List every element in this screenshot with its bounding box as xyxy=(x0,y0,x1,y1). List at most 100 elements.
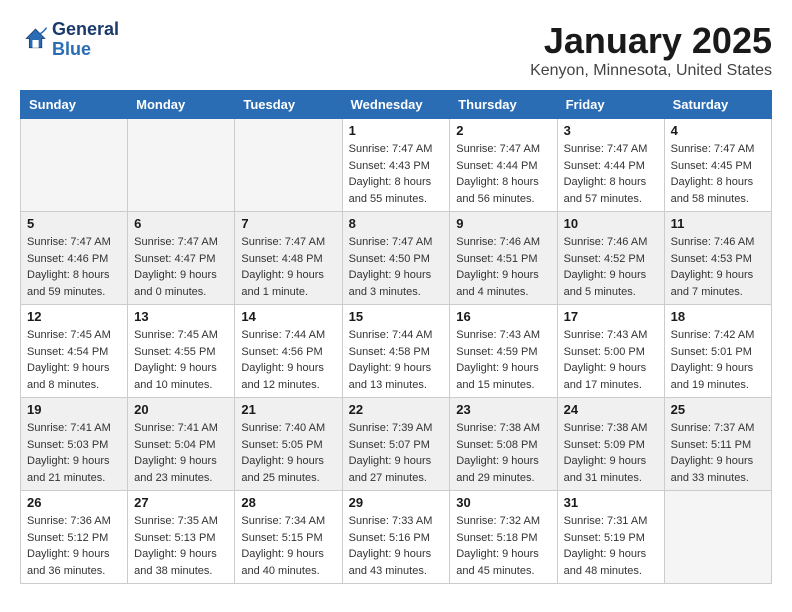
day-info: Sunrise: 7:47 AMSunset: 4:46 PMDaylight:… xyxy=(27,234,121,300)
day-info: Sunrise: 7:44 AMSunset: 4:56 PMDaylight:… xyxy=(241,327,335,393)
day-info: Sunrise: 7:38 AMSunset: 5:08 PMDaylight:… xyxy=(456,420,550,486)
calendar-cell: 25Sunrise: 7:37 AMSunset: 5:11 PMDayligh… xyxy=(664,398,771,491)
calendar-cell: 11Sunrise: 7:46 AMSunset: 4:53 PMDayligh… xyxy=(664,212,771,305)
day-info-line: Sunset: 5:19 PM xyxy=(564,532,645,544)
day-info: Sunrise: 7:45 AMSunset: 4:55 PMDaylight:… xyxy=(134,327,228,393)
calendar-cell: 14 Sunrise: 7:44 AMSunset: 4:56 PMDayligh… xyxy=(235,305,342,398)
day-info-line: Sunset: 4:55 PM xyxy=(134,346,215,358)
day-number: 26 xyxy=(27,495,121,510)
day-info-line: and 23 minutes. xyxy=(134,472,212,484)
day-number: 6 xyxy=(134,216,228,231)
calendar-cell: 5 Sunrise: 7:47 AMSunset: 4:46 PMDaylight… xyxy=(21,212,128,305)
day-info-line: Sunset: 4:44 PM xyxy=(456,160,537,172)
day-info: Sunrise: 7:47 AMSunset: 4:50 PMDaylight:… xyxy=(349,234,444,300)
day-info-line: Sunrise: 7:43 AM xyxy=(456,329,540,341)
day-info-line: Daylight: 9 hours xyxy=(349,269,432,281)
day-info: Sunrise: 7:41 AMSunset: 5:03 PMDaylight:… xyxy=(27,420,121,486)
day-info-line: and 5 minutes. xyxy=(564,286,636,298)
day-number: 24 xyxy=(564,402,658,417)
calendar-cell: 30Sunrise: 7:32 AMSunset: 5:18 PMDayligh… xyxy=(450,491,557,584)
day-info-line: and 33 minutes. xyxy=(671,472,749,484)
day-info-line: and 25 minutes. xyxy=(241,472,319,484)
day-info-line: Daylight: 9 hours xyxy=(564,269,647,281)
day-number: 8 xyxy=(349,216,444,231)
day-info-line: Daylight: 9 hours xyxy=(241,362,324,374)
day-info-line: Sunrise: 7:34 AM xyxy=(241,515,325,527)
day-info-line: and 29 minutes. xyxy=(456,472,534,484)
day-number: 14 xyxy=(241,309,335,324)
day-info-line: Sunset: 5:18 PM xyxy=(456,532,537,544)
day-info-line: Daylight: 9 hours xyxy=(456,548,539,560)
day-info-line: Sunrise: 7:38 AM xyxy=(564,422,648,434)
calendar-cell: 21Sunrise: 7:40 AMSunset: 5:05 PMDayligh… xyxy=(235,398,342,491)
day-info-line: and 3 minutes. xyxy=(349,286,421,298)
calendar-cell: 9Sunrise: 7:46 AMSunset: 4:51 PMDaylight… xyxy=(450,212,557,305)
calendar-cell: 28Sunrise: 7:34 AMSunset: 5:15 PMDayligh… xyxy=(235,491,342,584)
day-info: Sunrise: 7:46 AMSunset: 4:51 PMDaylight:… xyxy=(456,234,550,300)
weekday-header: Wednesday xyxy=(342,91,450,119)
calendar-cell: 4 Sunrise: 7:47 AMSunset: 4:45 PMDaylight… xyxy=(664,119,771,212)
day-info-line: Sunset: 4:54 PM xyxy=(27,346,108,358)
day-info: Sunrise: 7:47 AMSunset: 4:45 PMDaylight:… xyxy=(671,141,765,207)
calendar-cell xyxy=(235,119,342,212)
day-info-line: Daylight: 9 hours xyxy=(456,269,539,281)
day-info-line: and 1 minute. xyxy=(241,286,308,298)
day-number: 19 xyxy=(27,402,121,417)
calendar-cell: 8 Sunrise: 7:47 AMSunset: 4:50 PMDaylight… xyxy=(342,212,450,305)
day-info: Sunrise: 7:39 AMSunset: 5:07 PMDaylight:… xyxy=(349,420,444,486)
calendar-cell: 17Sunrise: 7:43 AMSunset: 5:00 PMDayligh… xyxy=(557,305,664,398)
day-info-line: Daylight: 9 hours xyxy=(241,269,324,281)
day-info-line: and 38 minutes. xyxy=(134,565,212,577)
day-info-line: and 58 minutes. xyxy=(671,193,749,205)
day-info-line: Daylight: 9 hours xyxy=(349,455,432,467)
day-number: 15 xyxy=(349,309,444,324)
day-info-line: and 40 minutes. xyxy=(241,565,319,577)
calendar-cell: 20Sunrise: 7:41 AMSunset: 5:04 PMDayligh… xyxy=(128,398,235,491)
calendar: SundayMondayTuesdayWednesdayThursdayFrid… xyxy=(20,90,772,584)
day-info-line: and 13 minutes. xyxy=(349,379,427,391)
day-info-line: Sunrise: 7:41 AM xyxy=(27,422,111,434)
day-info-line: and 4 minutes. xyxy=(456,286,528,298)
day-info-line: and 59 minutes. xyxy=(27,286,105,298)
day-info-line: Sunset: 5:00 PM xyxy=(564,346,645,358)
logo-blue: Blue xyxy=(52,40,91,60)
calendar-cell: 29Sunrise: 7:33 AMSunset: 5:16 PMDayligh… xyxy=(342,491,450,584)
day-info-line: Sunrise: 7:40 AM xyxy=(241,422,325,434)
day-info-line: Sunrise: 7:47 AM xyxy=(134,236,218,248)
day-info: Sunrise: 7:32 AM Sunset: 5:18 PM Daylight:… xyxy=(456,513,550,579)
day-info-line: Sunset: 5:15 PM xyxy=(241,532,322,544)
day-number: 12 xyxy=(27,309,121,324)
day-info-line: Daylight: 8 hours xyxy=(564,176,647,188)
day-number: 4 xyxy=(671,123,765,138)
calendar-cell xyxy=(21,119,128,212)
day-info-line: Sunrise: 7:32 AM xyxy=(456,515,540,527)
day-info-line: Sunset: 4:53 PM xyxy=(671,253,752,265)
day-number: 1 xyxy=(349,123,444,138)
day-info-line: Daylight: 9 hours xyxy=(134,455,217,467)
day-number: 5 xyxy=(27,216,121,231)
calendar-cell: 3Sunrise: 7:47 AMSunset: 4:44 PMDaylight… xyxy=(557,119,664,212)
day-info-line: Sunrise: 7:36 AM xyxy=(27,515,111,527)
day-info-line: Daylight: 8 hours xyxy=(349,176,432,188)
day-info-line: Sunrise: 7:45 AM xyxy=(134,329,218,341)
calendar-week-row: 12 Sunrise: 7:45 AM Sunset: 4:54 PM Dayligh… xyxy=(21,305,772,398)
calendar-cell: 2 Sunrise: 7:47 AMSunset: 4:44 PMDaylight… xyxy=(450,119,557,212)
calendar-cell: 10Sunrise: 7:46 AMSunset: 4:52 PMDayligh… xyxy=(557,212,664,305)
day-number: 18 xyxy=(671,309,765,324)
day-info: Sunrise: 7:47 AMSunset: 4:44 PMDaylight:… xyxy=(564,141,658,207)
day-number: 2 xyxy=(456,123,550,138)
day-number: 27 xyxy=(134,495,228,510)
calendar-cell: 1Sunrise: 7:47 AMSunset: 4:43 PMDaylight… xyxy=(342,119,450,212)
day-info: Sunrise: 7:47 AMSunset: 4:44 PMDaylight:… xyxy=(456,141,550,207)
day-info-line: Sunrise: 7:31 AM xyxy=(564,515,648,527)
day-info-line: and 17 minutes. xyxy=(564,379,642,391)
day-info-line: Sunrise: 7:39 AM xyxy=(349,422,433,434)
day-info-line: Daylight: 9 hours xyxy=(671,269,754,281)
calendar-cell: 31Sunrise: 7:31 AMSunset: 5:19 PMDayligh… xyxy=(557,491,664,584)
day-info-line: Sunrise: 7:46 AM xyxy=(456,236,540,248)
day-info: Sunrise: 7:46 AMSunset: 4:52 PMDaylight:… xyxy=(564,234,658,300)
day-info-line: and 43 minutes. xyxy=(349,565,427,577)
day-info-line: Daylight: 8 hours xyxy=(27,269,110,281)
weekday-header: Monday xyxy=(128,91,235,119)
day-info-line: Daylight: 9 hours xyxy=(134,269,217,281)
